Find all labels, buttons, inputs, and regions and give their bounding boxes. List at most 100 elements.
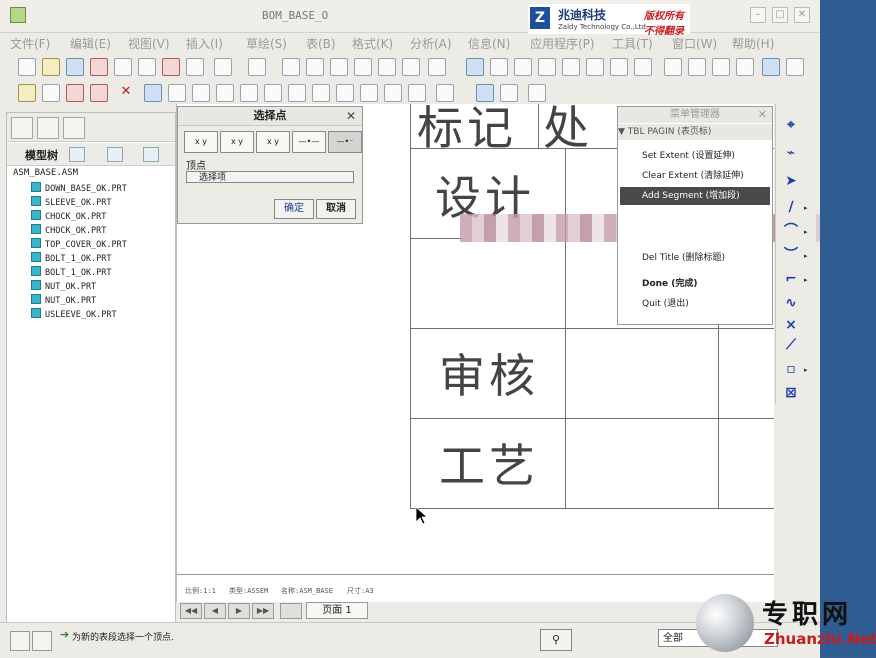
- menu-item-done[interactable]: Done (完成): [620, 275, 770, 293]
- detail-view-icon[interactable]: [384, 84, 402, 102]
- spline-icon[interactable]: ∿: [784, 296, 798, 310]
- settings-icon[interactable]: [107, 147, 123, 162]
- menu-view[interactable]: 视图(V): [128, 35, 170, 52]
- page-tab[interactable]: 页面 1: [306, 602, 368, 619]
- menu-tools[interactable]: 工具(T): [612, 35, 653, 52]
- fillet-icon[interactable]: ⌐: [784, 272, 798, 286]
- point-type-button[interactable]: x y: [220, 131, 254, 153]
- point-type-button[interactable]: —•—: [292, 131, 326, 153]
- tree-item[interactable]: SLEEVE_OK.PRT: [31, 196, 112, 208]
- saved-views-icon[interactable]: [634, 58, 652, 76]
- selection-box-icon[interactable]: [428, 58, 446, 76]
- model-display-icon[interactable]: [786, 58, 804, 76]
- menu-item-quit[interactable]: Quit (退出): [620, 295, 770, 313]
- table-grid-icon[interactable]: [216, 84, 234, 102]
- cut-icon[interactable]: [282, 58, 300, 76]
- reorient-icon[interactable]: [610, 58, 628, 76]
- orient-icon[interactable]: [514, 58, 532, 76]
- select-filter-icon[interactable]: ⌖: [784, 118, 798, 132]
- tree-toggle-icon[interactable]: [10, 631, 30, 651]
- minimize-button[interactable]: –: [750, 7, 766, 23]
- shading-icon[interactable]: [736, 58, 754, 76]
- tree-root[interactable]: ASM_BASE.ASM: [13, 168, 78, 178]
- repeat-region-icon[interactable]: [476, 84, 494, 102]
- point-icon[interactable]: ×: [784, 318, 798, 332]
- edge-icon[interactable]: ⌁: [784, 146, 798, 160]
- menu-file[interactable]: 文件(F): [10, 35, 50, 52]
- refresh-icon[interactable]: [144, 84, 162, 102]
- template-icon[interactable]: [192, 84, 210, 102]
- point-type-button[interactable]: x y: [184, 131, 218, 153]
- refit-icon[interactable]: [586, 58, 604, 76]
- zoom-out-icon[interactable]: [562, 58, 580, 76]
- tree-item[interactable]: TOP_COVER_OK.PRT: [31, 238, 127, 250]
- undo-icon[interactable]: [214, 58, 232, 76]
- redo-icon[interactable]: [248, 58, 266, 76]
- maximize-button[interactable]: □: [772, 7, 788, 23]
- properties-icon[interactable]: [500, 84, 518, 102]
- sheet-icon[interactable]: [168, 84, 186, 102]
- model-tree-tab-icon[interactable]: [11, 117, 33, 139]
- layer-icon[interactable]: [186, 58, 204, 76]
- point-type-button[interactable]: x y: [256, 131, 290, 153]
- open-folder-icon[interactable]: [42, 58, 60, 76]
- trim-icon[interactable]: [66, 84, 84, 102]
- favorites-tab-icon[interactable]: [63, 117, 85, 139]
- save-icon[interactable]: [66, 58, 84, 76]
- section-view-icon[interactable]: [408, 84, 426, 102]
- menu-table[interactable]: 表(B): [306, 35, 336, 52]
- dimension-icon[interactable]: [240, 84, 258, 102]
- search-tool-icon[interactable]: ⚲: [540, 629, 572, 651]
- tree-item[interactable]: CHOCK_OK.PRT: [31, 210, 106, 222]
- prev-page-button[interactable]: ◀: [204, 603, 226, 619]
- menu-analysis[interactable]: 分析(A): [410, 35, 452, 52]
- menu-close-icon[interactable]: ✕: [758, 108, 767, 121]
- line-icon[interactable]: ∕: [784, 200, 798, 214]
- regenerate-icon[interactable]: [378, 58, 396, 76]
- add-sheet-icon[interactable]: [280, 603, 302, 619]
- paste-special-icon[interactable]: [354, 58, 372, 76]
- next-page-button[interactable]: ▶: [228, 603, 250, 619]
- browser-toggle-icon[interactable]: [32, 631, 52, 651]
- tree-item[interactable]: NUT_OK.PRT: [31, 280, 96, 292]
- wireframe-icon[interactable]: [664, 58, 682, 76]
- corner-icon[interactable]: [90, 84, 108, 102]
- print-preview-icon[interactable]: [90, 58, 108, 76]
- menu-item-del-title[interactable]: Del Title (删除标题): [620, 249, 770, 267]
- delete-icon[interactable]: ✕: [118, 84, 134, 100]
- menu-item-add-segment[interactable]: Add Segment (增加段): [620, 187, 770, 205]
- menu-item-clear-extent[interactable]: Clear Extent (清除延伸): [620, 167, 770, 185]
- menu-edit[interactable]: 编辑(E): [70, 35, 111, 52]
- plot-icon[interactable]: [162, 58, 180, 76]
- menu-sketch[interactable]: 草绘(S): [246, 35, 287, 52]
- email-icon[interactable]: [138, 58, 156, 76]
- note-icon[interactable]: [264, 84, 282, 102]
- find-icon[interactable]: [402, 58, 420, 76]
- menu-insert[interactable]: 插入(I): [186, 35, 223, 52]
- ok-button[interactable]: 确定: [274, 199, 314, 219]
- show-icon[interactable]: [69, 147, 85, 162]
- tree-item[interactable]: CHOCK_OK.PRT: [31, 224, 106, 236]
- datum-display-icon[interactable]: [762, 58, 780, 76]
- select-arrow-icon[interactable]: ➤: [784, 174, 798, 188]
- balloon-icon[interactable]: [288, 84, 306, 102]
- tree-item[interactable]: USLEEVE_OK.PRT: [31, 308, 117, 320]
- hidden-line-icon[interactable]: [688, 58, 706, 76]
- spin-center-icon[interactable]: [490, 58, 508, 76]
- close-icon[interactable]: ✕: [346, 109, 356, 123]
- rectangle-icon[interactable]: ▫: [784, 362, 798, 376]
- tree-item[interactable]: BOLT_1_OK.PRT: [31, 266, 112, 278]
- selection-field[interactable]: 选择项: [186, 171, 354, 183]
- symbol-icon[interactable]: [312, 84, 330, 102]
- last-page-button[interactable]: ▶▶: [252, 603, 274, 619]
- chain-icon[interactable]: ⌒: [784, 224, 798, 238]
- copy-icon[interactable]: [306, 58, 324, 76]
- hatch-icon[interactable]: [336, 84, 354, 102]
- view-icon[interactable]: [360, 84, 378, 102]
- print-icon[interactable]: [114, 58, 132, 76]
- no-hidden-icon[interactable]: [712, 58, 730, 76]
- menu-item-set-extent[interactable]: Set Extent (设置延伸): [620, 147, 770, 165]
- arc-icon[interactable]: ︶: [784, 248, 798, 262]
- tree-item[interactable]: BOLT_1_OK.PRT: [31, 252, 112, 264]
- first-page-button[interactable]: ◀◀: [180, 603, 202, 619]
